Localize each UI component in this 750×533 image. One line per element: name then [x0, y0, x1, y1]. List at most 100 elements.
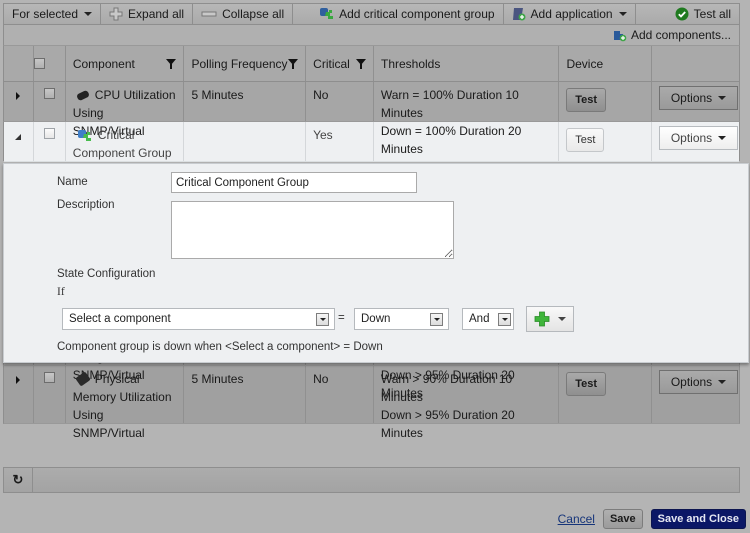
component-cell: Physical Memory Utilization Using SNMP/V…	[66, 366, 185, 440]
critical-value: No	[306, 82, 374, 121]
actions-cell: Options	[652, 366, 739, 423]
table-row: Physical Memory Utilization Using SNMP/V…	[3, 366, 740, 440]
chevron-down-icon	[618, 12, 627, 16]
add-application-dropdown[interactable]: Add application	[504, 4, 636, 24]
select-all-checkbox[interactable]	[33, 58, 45, 69]
header-thresholds: Thresholds	[374, 46, 560, 81]
device-cell: Test	[559, 122, 653, 161]
grid-header: Component Polling Frequency Critical Thr…	[3, 45, 740, 82]
refresh-icon: ↻	[12, 472, 24, 487]
header-actions	[652, 46, 739, 81]
name-input[interactable]	[171, 172, 417, 193]
thresholds-cell: Warn = 100% Duration 10 Minutes Down = 10…	[374, 82, 560, 156]
options-dropdown[interactable]: Options	[659, 126, 739, 150]
plus-icon	[534, 311, 550, 327]
dialog-actions: Cancel Save Save and Close	[558, 509, 746, 529]
critical-value: Yes	[306, 122, 374, 161]
test-button[interactable]: Test	[566, 88, 607, 112]
chevron-down-icon	[718, 136, 727, 140]
if-label: If	[57, 286, 65, 298]
polling-frequency	[184, 122, 307, 161]
expand-all-label: Expand all	[128, 7, 185, 21]
table-row: CPU Utilization Using SNMP/Virtual 5 Min…	[3, 82, 740, 156]
minus-outline-icon	[201, 10, 217, 18]
logic-select-value: And	[469, 313, 490, 325]
warn-threshold: Warn > 90% Duration 10 Minutes	[380, 372, 513, 404]
test-all-label: Test all	[693, 7, 731, 21]
test-button[interactable]: Test	[566, 128, 605, 152]
options-label: Options	[670, 131, 713, 145]
expand-arrow-icon	[16, 376, 21, 384]
header-component[interactable]: Component	[66, 46, 185, 81]
component-name: Physical Memory Utilization Using SNMP/V…	[72, 372, 172, 440]
add-components-icon	[612, 28, 627, 42]
expand-toggle[interactable]	[4, 366, 34, 423]
column-label: Device	[566, 56, 604, 71]
expand-all-button[interactable]: Expand all	[101, 4, 194, 24]
thresholds-cell	[374, 122, 560, 161]
toolbar: For selected Expand all Collapse all Add…	[3, 3, 740, 25]
sub-toolbar: Add components...	[3, 25, 740, 45]
column-label: Thresholds	[380, 56, 441, 71]
collapse-toggle[interactable]	[4, 122, 34, 161]
actions-cell: Options	[652, 82, 739, 121]
options-label: Options	[670, 375, 713, 389]
expand-toggle[interactable]	[4, 82, 34, 121]
device-cell: Test	[559, 82, 653, 121]
memory-icon	[75, 371, 91, 387]
column-label: Critical	[313, 56, 350, 71]
chevron-down-icon	[498, 313, 511, 326]
state-configuration-label: State Configuration	[57, 268, 156, 280]
add-condition-button[interactable]	[526, 306, 574, 332]
component-select[interactable]: Select a component	[62, 308, 335, 330]
options-label: Options	[670, 91, 713, 105]
filter-icon[interactable]	[166, 58, 177, 69]
description-input[interactable]	[171, 201, 454, 259]
refresh-button[interactable]: ↻	[4, 468, 33, 492]
add-components-label: Add components...	[630, 28, 731, 42]
test-all-button[interactable]: Test all	[667, 4, 739, 24]
thresholds-cell: Warn > 90% Duration 10 Minutes Down > 95%…	[374, 366, 560, 440]
add-components-button[interactable]: Add components...	[612, 28, 731, 42]
test-button[interactable]: Test	[566, 372, 607, 396]
save-button[interactable]: Save	[602, 509, 643, 529]
options-dropdown[interactable]: Options	[659, 86, 739, 110]
options-dropdown[interactable]: Options	[659, 370, 739, 394]
header-select-col	[33, 46, 66, 81]
grid-footer: ↻	[3, 467, 740, 493]
chevron-down-icon	[558, 317, 566, 321]
component-cell: CPU Utilization Using SNMP/Virtual	[66, 82, 185, 138]
column-label: Polling Frequency	[191, 56, 288, 71]
row-checkbox[interactable]	[43, 88, 55, 99]
chevron-down-icon	[718, 96, 727, 100]
polling-frequency: 5 Minutes	[184, 82, 307, 121]
collapse-all-button[interactable]: Collapse all	[193, 4, 294, 24]
header-expand-col	[4, 46, 34, 81]
equals-operator: =	[338, 312, 345, 324]
header-polling-frequency[interactable]: Polling Frequency	[184, 46, 307, 81]
add-application-label: Add application	[530, 7, 613, 21]
expand-arrow-icon	[16, 92, 21, 100]
for-selected-dropdown[interactable]: For selected	[4, 4, 102, 24]
component-group-editor: Name Description State Configuration If …	[3, 163, 749, 363]
save-and-close-button[interactable]: Save and Close	[650, 509, 746, 529]
component-group-icon	[319, 7, 334, 21]
row-checkbox[interactable]	[43, 128, 55, 139]
logic-select[interactable]: And	[462, 308, 514, 330]
actions-cell: Options	[652, 122, 739, 161]
header-critical[interactable]: Critical	[306, 46, 374, 81]
filter-icon[interactable]	[288, 58, 299, 69]
row-checkbox[interactable]	[43, 372, 55, 383]
cancel-link[interactable]: Cancel	[558, 512, 595, 526]
component-select-value: Select a component	[69, 313, 171, 325]
state-select[interactable]: Down	[354, 308, 449, 330]
cpu-icon	[75, 89, 90, 102]
add-critical-group-button[interactable]: Add critical component group	[293, 4, 504, 24]
check-circle-icon	[675, 7, 689, 21]
state-select-value: Down	[361, 313, 391, 325]
chevron-down-icon	[84, 12, 93, 16]
column-label: Component	[72, 56, 135, 71]
collapse-all-label: Collapse all	[222, 7, 285, 21]
filter-icon[interactable]	[355, 58, 366, 69]
device-cell: Test	[559, 366, 653, 423]
